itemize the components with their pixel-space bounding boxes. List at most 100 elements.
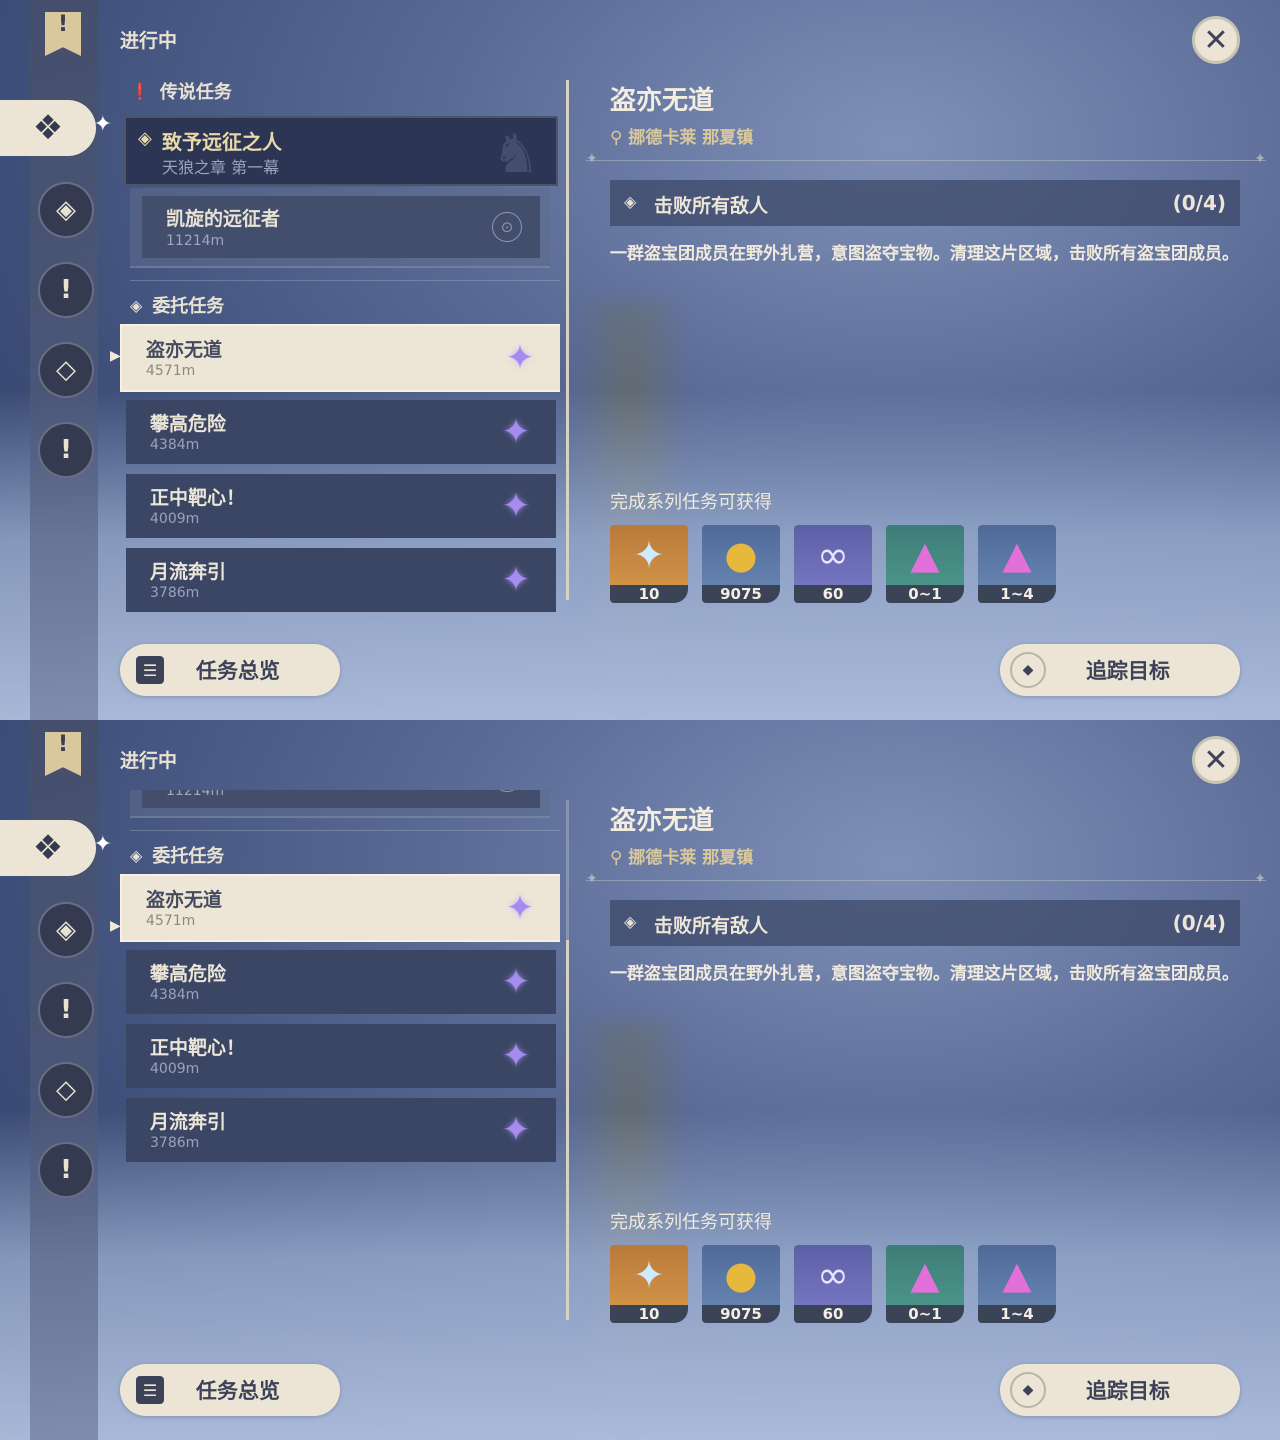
reward-item[interactable]: ● 9075 [702, 525, 780, 603]
divider [130, 830, 560, 831]
commission-distance: 4009m [150, 1061, 200, 1077]
quest-screen-bottom: ! ❖✦ ◈ ! ◇ ! 进行中 ❗传说任务 ◈ 致予远征之人 天狼之章 第一幕… [0, 720, 1280, 1440]
reward-item[interactable]: ● 9075 [702, 1245, 780, 1323]
crystal-chunk-icon: ▲ [910, 533, 940, 577]
map-pin-icon[interactable]: ⊙ [492, 212, 522, 242]
reward-amount: 9075 [702, 585, 780, 603]
legend-quest-item[interactable]: ◈ 致予远征之人 天狼之章 第一幕 ♞ [124, 116, 558, 186]
objective-diamond-icon: ◈ [624, 912, 637, 931]
button-label: 任务总览 [196, 659, 280, 683]
close-button[interactable]: ✕ [1192, 736, 1240, 784]
tab-archon-quests-icon[interactable]: ◈ [38, 182, 94, 238]
commission-category-icon: ◈ [130, 295, 143, 315]
quest-chapter: 天狼之章 第一幕 [162, 158, 280, 177]
commission-title: 盗亦无道 [146, 339, 223, 361]
sparkle-icon: ✦ [93, 112, 112, 137]
commission-row[interactable]: 月流奔引 3786m ✦ [126, 548, 556, 612]
reward-amount: 0~1 [886, 585, 964, 603]
commission-row[interactable]: 正中靶心！ 4009m ✦ [126, 474, 556, 538]
objective-diamond-icon: ◈ [624, 192, 637, 211]
quest-overview-button[interactable]: ☰ 任务总览 [120, 644, 340, 696]
commission-title: 盗亦无道 [146, 889, 223, 911]
button-label: 任务总览 [196, 1379, 280, 1403]
mora-icon: ● [724, 533, 758, 577]
category-label: 委托任务 [152, 846, 225, 867]
category-commission-header: ◈ 委托任务 [130, 842, 224, 868]
button-label: 追踪目标 [1086, 1379, 1170, 1403]
reward-item[interactable]: ∞ 60 [794, 1245, 872, 1323]
tab-world-quests-icon[interactable]: ◇ [38, 342, 94, 398]
objective-bar: ◈ 击败所有敌人 (0/4) [610, 180, 1240, 226]
track-diamond-icon: ◆ [1010, 1372, 1046, 1408]
objective-text: 击败所有敌人 [654, 915, 769, 937]
document-icon: ☰ [136, 656, 164, 684]
commission-row[interactable]: 盗亦无道 4571m ✦ [120, 874, 560, 942]
quest-list[interactable]: ❗传说任务 ◈ 致予远征之人 天狼之章 第一幕 ♞ 凯旋的远征者 11214m … [120, 790, 560, 1340]
reward-amount: 10 [610, 585, 688, 603]
track-diamond-icon: ◆ [1010, 652, 1046, 688]
reward-item[interactable]: ▲ 0~1 [886, 1245, 964, 1323]
reward-item[interactable]: ∞ 60 [794, 525, 872, 603]
quest-list-scrollbar[interactable] [566, 800, 569, 1320]
subquest-container: 凯旋的远征者 11214m ⊙ [130, 188, 550, 268]
reward-item[interactable]: ✦ 10 [610, 1245, 688, 1323]
commission-row[interactable]: 盗亦无道 4571m ✦ [120, 324, 560, 392]
commission-title: 正中靶心！ [150, 487, 246, 509]
document-icon: ☰ [136, 1376, 164, 1404]
reward-item[interactable]: ✦ 10 [610, 525, 688, 603]
detail-location: ⚲ 挪德卡莱 那夏镇 [610, 123, 753, 148]
crystal-cluster-icon: ▲ [1002, 533, 1032, 577]
tab-archon-quests-icon[interactable]: ◈ [38, 902, 94, 958]
diamond-icon: ◈ [138, 128, 152, 149]
tab-all-quests-active[interactable]: ❖ ✦ [0, 100, 112, 156]
commission-star-icon: ✦ [505, 338, 535, 378]
commission-row[interactable]: 正中靶心！ 4009m ✦ [126, 1024, 556, 1088]
tab-event-quests-icon[interactable]: ! [38, 422, 94, 478]
location-pin-icon: ⚲ [610, 128, 629, 148]
tab-all-quests-active[interactable]: ❖ ✦ [0, 820, 112, 876]
scrollbar-thumb[interactable] [566, 80, 569, 600]
commission-category-icon: ◈ [130, 845, 143, 865]
map-pin-icon[interactable]: ⊙ [492, 790, 522, 792]
reward-item[interactable]: ▲ 1~4 [978, 1245, 1056, 1323]
close-button[interactable]: ✕ [1192, 16, 1240, 64]
track-target-button[interactable]: ◆ 追踪目标 [1000, 1364, 1240, 1416]
commission-title: 月流奔引 [150, 1111, 227, 1133]
category-label: 传说任务 [159, 82, 232, 103]
tab-story-quests-icon[interactable]: ! [38, 982, 94, 1038]
commission-distance: 3786m [150, 585, 200, 601]
commission-star-icon: ✦ [501, 1036, 531, 1076]
rewards-title: 完成系列任务可获得 [610, 492, 772, 513]
reward-amount: 9075 [702, 1305, 780, 1323]
commission-title: 月流奔引 [150, 561, 227, 583]
commission-star-icon: ✦ [501, 486, 531, 526]
commission-row[interactable]: 攀高危险 4384m ✦ [126, 400, 556, 464]
tab-world-quests-icon[interactable]: ◇ [38, 1062, 94, 1118]
rewards-row: ✦ 10 ● 9075 ∞ 60 ▲ 0~1 ▲ 1~4 [610, 525, 1056, 603]
scrollbar-thumb[interactable] [566, 940, 569, 1320]
track-target-button[interactable]: ◆ 追踪目标 [1000, 644, 1240, 696]
wolf-emblem-icon: ♞ [491, 122, 540, 185]
reward-amount: 0~1 [886, 1305, 964, 1323]
subquest-item[interactable]: 凯旋的远征者 11214m ⊙ [142, 790, 540, 808]
commission-row[interactable]: 月流奔引 3786m ✦ [126, 1098, 556, 1162]
quest-list-scrollbar[interactable] [566, 80, 569, 600]
detail-description: 一群盗宝团成员在野外扎营，意图盗夺宝物。清理这片区域，击败所有盗宝团成员。 [610, 244, 1239, 264]
subquest-item[interactable]: 凯旋的远征者 11214m ⊙ [142, 196, 540, 258]
location-pin-icon: ⚲ [610, 848, 629, 868]
commission-row[interactable]: 攀高危险 4384m ✦ [126, 950, 556, 1014]
quest-list[interactable]: ❗传说任务 ◈ 致予远征之人 天狼之章 第一幕 ♞ 凯旋的远征者 11214m … [120, 70, 560, 620]
tab-story-quests-icon[interactable]: ! [38, 262, 94, 318]
subquest-distance: 11214m [166, 233, 225, 249]
selection-arrow-icon: ▶ [110, 348, 121, 364]
quest-overview-button[interactable]: ☰ 任务总览 [120, 1364, 340, 1416]
reward-item[interactable]: ▲ 1~4 [978, 525, 1056, 603]
reward-item[interactable]: ▲ 0~1 [886, 525, 964, 603]
reward-amount: 60 [794, 585, 872, 603]
mora-icon: ● [724, 1253, 758, 1297]
tab-event-quests-icon[interactable]: ! [38, 1142, 94, 1198]
commission-star-icon: ✦ [505, 888, 535, 928]
location-text: 挪德卡莱 那夏镇 [628, 128, 754, 148]
reward-amount: 1~4 [978, 1305, 1056, 1323]
quest-title: 致予远征之人 [162, 130, 282, 154]
